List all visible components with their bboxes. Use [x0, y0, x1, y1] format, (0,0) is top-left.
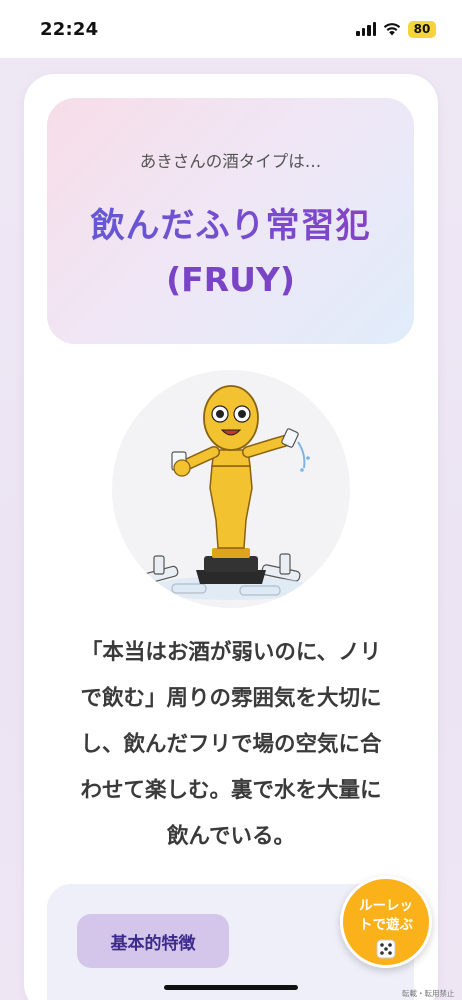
description-line: 飲んでいる。: [167, 824, 295, 849]
signal-icon: [356, 22, 376, 36]
description-line: 「本当はお酒が弱いのに、ノリ: [80, 640, 382, 665]
dice-icon: [376, 939, 396, 959]
result-type-name: 飲んだふり常習犯: [47, 198, 414, 247]
description-line: わせて楽しむ。裏で水を大量に: [80, 778, 382, 803]
result-type-code: (FRUY): [166, 260, 295, 299]
description-line: し、飲んだフリで場の空気に合: [80, 732, 382, 757]
result-intro: あきさんの酒タイプは…: [139, 152, 322, 171]
features-heading: 基本的特徴: [77, 914, 229, 968]
description-line: で飲む」周りの雰囲気を大切に: [80, 686, 382, 711]
status-time: 22:24: [40, 18, 99, 40]
result-box: あきさんの酒タイプは… 飲んだふり常習犯 (FRUY): [47, 98, 414, 344]
status-bar: 22:24 80: [0, 0, 462, 58]
wifi-icon: [383, 23, 401, 36]
status-icons: 80: [356, 20, 436, 38]
copyright-notice: 転載・転用禁止: [402, 989, 455, 998]
battery-indicator: 80: [408, 20, 436, 38]
character-illustration: [112, 370, 350, 608]
home-indicator[interactable]: [164, 985, 298, 990]
trophy-character-image: [141, 385, 311, 600]
roulette-label-line2: トで遊ぶ: [359, 917, 413, 933]
type-description: 「本当はお酒が弱いのに、ノリ で飲む」周りの雰囲気を大切に し、飲んだフリで場の…: [52, 630, 410, 860]
roulette-label-line1: ルーレッ: [359, 898, 413, 914]
roulette-button[interactable]: ルーレッ トで遊ぶ: [340, 876, 432, 968]
result-card: あきさんの酒タイプは… 飲んだふり常習犯 (FRUY) 「本当はお酒が弱いのに、…: [24, 74, 438, 1000]
